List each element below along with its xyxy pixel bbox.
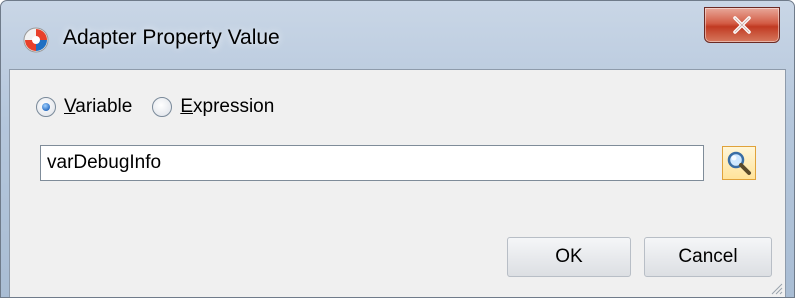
radio-variable-label-rest: ariable [75,96,133,117]
dialog-content: Variable Expression varDebugInfo OK Canc… [9,69,786,297]
oracle-app-icon [23,27,49,53]
radio-expression-label-rest: xpression [193,96,275,117]
resize-grip-icon[interactable] [769,281,783,295]
mode-radio-group: Variable Expression [36,96,294,118]
cancel-button[interactable]: Cancel [644,237,772,277]
search-icon [727,151,751,175]
radio-expression-indicator[interactable] [152,97,173,117]
radio-variable-label: Variable [64,96,132,118]
close-icon [733,16,751,34]
search-button[interactable] [722,146,756,180]
mnemonic-e: E [180,96,193,117]
close-button[interactable] [704,7,780,43]
radio-variable-indicator[interactable] [36,97,56,117]
radio-expression[interactable]: Expression [152,96,274,118]
radio-expression-label: Expression [180,96,274,118]
mnemonic-v: V [64,96,76,117]
title-bar[interactable]: Adapter Property Value [1,1,794,69]
variable-input[interactable]: varDebugInfo [40,145,704,181]
radio-variable[interactable]: Variable [36,96,132,118]
dialog-window: Adapter Property Value Variable Expressi… [0,0,795,298]
dialog-title: Adapter Property Value [63,26,280,49]
ok-button[interactable]: OK [507,237,631,277]
